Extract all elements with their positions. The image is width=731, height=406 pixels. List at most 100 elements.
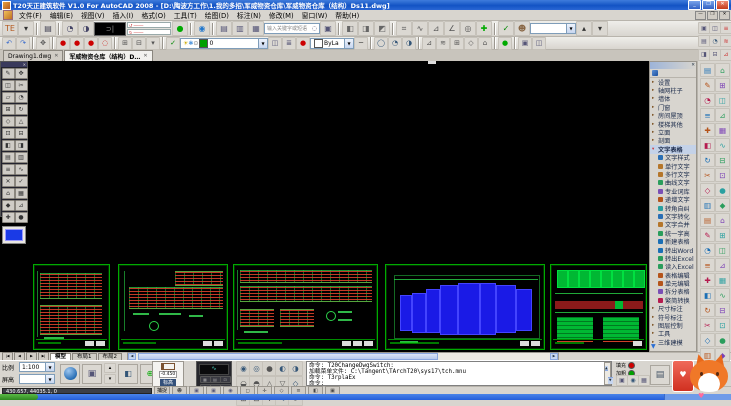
tab-close-icon[interactable]: ✕	[54, 53, 58, 59]
draw-icon[interactable]: ✎	[2, 68, 15, 79]
win-c-icon[interactable]: ≡	[720, 22, 731, 34]
ptool-icon[interactable]: ↻	[700, 153, 715, 167]
zoom-window-icon[interactable]: ◔	[62, 21, 78, 36]
angle-icon[interactable]: ∠	[444, 21, 460, 36]
elevation-panel[interactable]: -0.450 标高	[152, 361, 184, 387]
dropdown-arrow-icon[interactable]: ▼	[45, 375, 54, 383]
join-icon[interactable]: ≡	[2, 164, 15, 175]
ptool-icon[interactable]: ▤	[700, 63, 715, 77]
linetype-icon[interactable]: ─	[354, 37, 368, 50]
ptool-icon[interactable]: ◇	[700, 183, 715, 197]
minimize-button[interactable]: _	[688, 0, 701, 10]
ptool-icon[interactable]: ⌂	[715, 63, 730, 77]
region-icon[interactable]: ▥	[15, 152, 28, 163]
offset-icon[interactable]: ▱	[2, 92, 15, 103]
menu-编辑(E)[interactable]: 编辑(E)	[46, 10, 77, 20]
start-button[interactable]	[0, 394, 38, 400]
screen-height-dropdown[interactable]: ▼	[19, 374, 55, 384]
zoom-previous-icon[interactable]: ◑	[78, 21, 94, 36]
command-scrollbar[interactable]: ▲ ▼	[604, 362, 611, 385]
ptool-icon[interactable]: ●	[715, 183, 730, 197]
ptool-icon[interactable]: ⌂	[715, 213, 730, 227]
ptool-icon[interactable]: ▥	[700, 198, 715, 212]
help-b-icon[interactable]: ◫	[532, 37, 546, 50]
menu-scroll-down-icon[interactable]: ▼	[651, 344, 656, 350]
ptool-icon[interactable]: ✎	[700, 228, 715, 242]
menu-标注(N)[interactable]: 标注(N)	[233, 10, 265, 20]
erase-icon[interactable]: ✕	[2, 176, 15, 187]
menu-视图(V)[interactable]: 视图(V)	[77, 10, 109, 20]
copy-icon[interactable]: ◫	[2, 80, 15, 91]
c1-icon[interactable]: ▦	[200, 376, 211, 383]
menu-工具(T)[interactable]: 工具(T)	[170, 10, 201, 20]
scroll-down-icon[interactable]: ▾	[592, 21, 608, 36]
page-icon[interactable]: ▣	[320, 21, 336, 36]
home-icon[interactable]: ⌂	[2, 188, 15, 199]
screen-menu-item-图层控制[interactable]: ▸图层控制	[650, 321, 696, 329]
refresh-globe-button[interactable]	[60, 364, 80, 384]
star-icon[interactable]: ✓	[498, 21, 514, 36]
drop-icon[interactable]: ▾	[146, 37, 160, 50]
wave-icon[interactable]: ∿	[412, 21, 428, 36]
c3-icon[interactable]: ⊡	[220, 376, 231, 383]
plus-icon[interactable]: ✚	[2, 212, 15, 223]
mark-c-icon[interactable]: ◩	[374, 21, 390, 36]
scrollbar-thumb[interactable]	[138, 353, 438, 360]
drawing-canvas[interactable]	[0, 61, 649, 352]
search-input[interactable]: 输入关键字或短语 ◌	[264, 23, 320, 34]
ptool-icon[interactable]: ⊡	[715, 318, 730, 332]
ptool-icon[interactable]: ◆	[715, 198, 730, 212]
ptool-icon[interactable]: ◧	[700, 138, 715, 152]
screen-menu-item-三维建模[interactable]: ▸三维建模	[650, 338, 696, 346]
dropdown-arrow-icon[interactable]: ▼	[566, 24, 575, 33]
point-icon[interactable]: ●	[15, 212, 28, 223]
matchprop-icon[interactable]: ✓	[166, 37, 180, 50]
dim-c-icon[interactable]: ⊞	[450, 37, 464, 50]
pan-icon[interactable]: ✥	[36, 37, 50, 50]
menu-arrow-icon[interactable]: ▾	[18, 21, 34, 36]
ptool-icon[interactable]: ⊟	[715, 303, 730, 317]
redo-icon[interactable]: ↻	[15, 104, 28, 115]
ptool-icon[interactable]: ⊡	[715, 168, 730, 182]
ptool-icon[interactable]: ◇	[700, 333, 715, 347]
mdi-close-button[interactable]: ✕	[719, 11, 730, 20]
osnap-ring-icon[interactable]: ◌	[98, 37, 112, 50]
up-icon[interactable]: ▴	[104, 363, 116, 373]
elevation-value[interactable]: -0.450	[159, 371, 178, 378]
poly-icon[interactable]: ◆	[2, 200, 15, 211]
dim-a-icon[interactable]: ⊿	[422, 37, 436, 50]
screen-menu-item-楼梯其他[interactable]: ▸楼梯其他	[650, 120, 696, 128]
layer-lock-icon[interactable]: ⊙	[193, 40, 198, 47]
plot-icon[interactable]: ▤	[40, 21, 56, 36]
ok-icon[interactable]: ✓	[15, 176, 28, 187]
close-button[interactable]: ✕	[716, 0, 729, 10]
win-i-icon[interactable]: ⊿	[720, 49, 731, 61]
down-icon[interactable]: ▾	[104, 374, 116, 384]
osnap-b-icon[interactable]: ●	[70, 37, 84, 50]
toggle-填充[interactable]: 填充	[616, 362, 635, 369]
extend-icon[interactable]: ⊡	[2, 128, 15, 139]
fox-mascot-widget[interactable]: ♥ ♥	[672, 352, 731, 400]
tarch-menu-icon[interactable]	[3, 10, 13, 20]
layer-previous-icon[interactable]: ●	[296, 37, 310, 50]
circle-c-icon[interactable]: ◑	[402, 37, 416, 50]
document-tab[interactable]: 军威物资仓库（结构）D…✕	[64, 50, 152, 61]
ptool-icon[interactable]: ≡	[700, 108, 715, 122]
circle-b-icon[interactable]: ◔	[388, 37, 402, 50]
ptool-icon[interactable]: ▦	[715, 123, 730, 137]
mirror-icon[interactable]: ◇	[2, 116, 15, 127]
color-dropdown[interactable]: ByLa ▼	[310, 38, 354, 49]
person-icon[interactable]: ☻	[514, 21, 530, 36]
style-selectors[interactable]: ↺ ──── ↻ ────	[127, 22, 171, 35]
preview-panel[interactable]	[2, 226, 26, 244]
redo-icon[interactable]: ↷	[16, 37, 30, 50]
fillet-icon[interactable]: ◧	[2, 140, 15, 151]
ptool-icon[interactable]: ▦	[715, 273, 730, 287]
spline-icon[interactable]: ∿	[15, 164, 28, 175]
sheet-set-icon[interactable]: ▤	[216, 21, 232, 36]
scroll-down-icon[interactable]: ▼	[608, 377, 613, 384]
go-icon[interactable]: ●	[498, 37, 512, 50]
linestyle-row-2[interactable]: ↻ ────	[127, 29, 171, 35]
ptool-icon[interactable]: ◧	[700, 288, 715, 302]
close-icon[interactable]: ✕	[23, 62, 26, 67]
